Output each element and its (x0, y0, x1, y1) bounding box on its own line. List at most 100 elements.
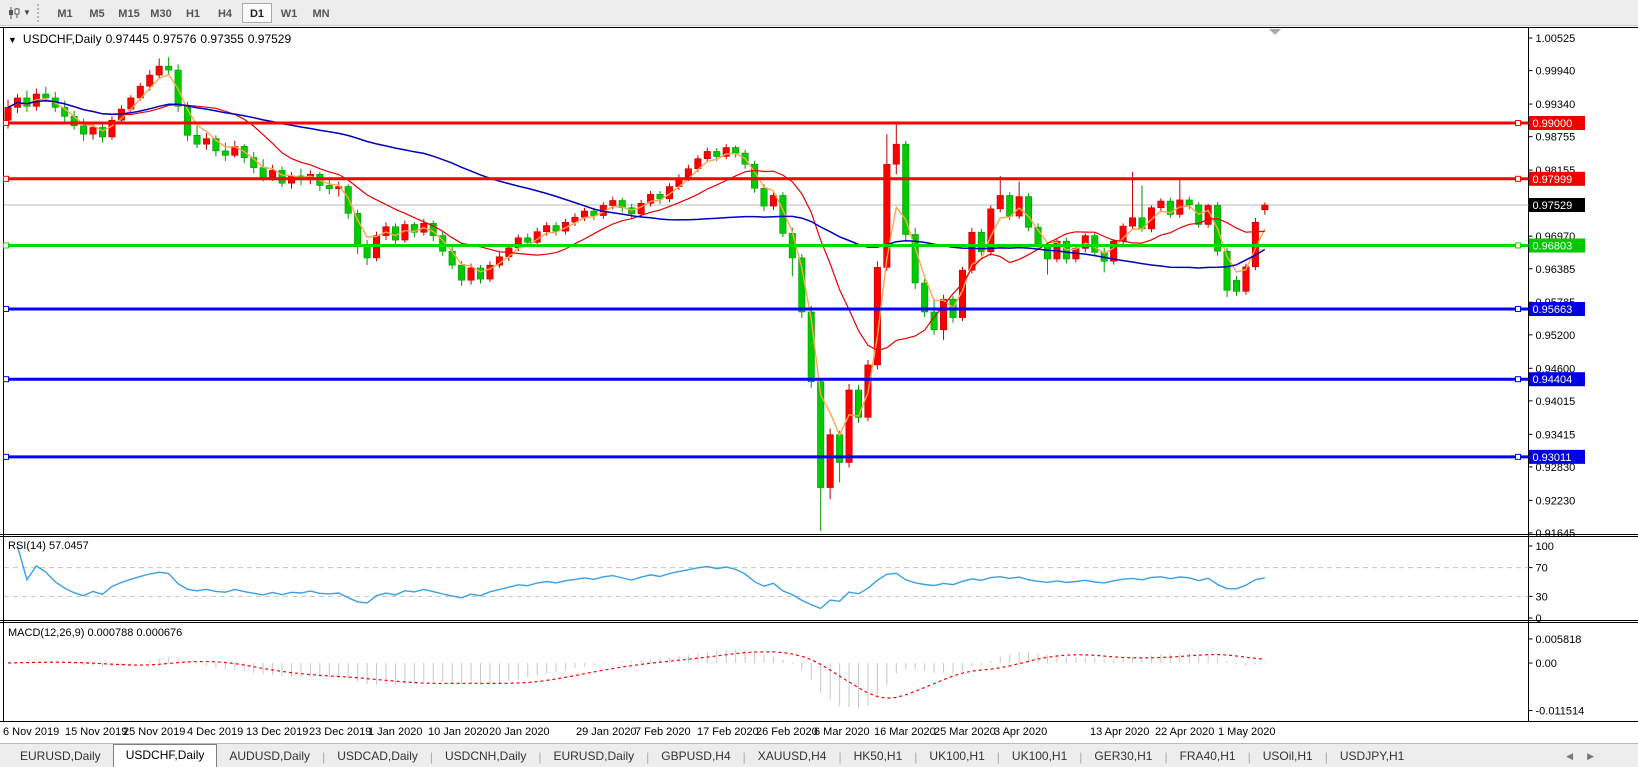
line-handle[interactable] (1516, 454, 1521, 459)
candle-body (260, 168, 266, 178)
price-badge-label: 0.93011 (1533, 452, 1572, 464)
macd-tick-label: 0.00 (1536, 658, 1557, 670)
chart-tab-ger30-h1[interactable]: GER30,H1 (1082, 746, 1164, 767)
price-tick-label: 0.93415 (1536, 429, 1576, 441)
chart-tab-usdchf-daily[interactable]: USDCHF,Daily (113, 744, 218, 767)
chart-tab-xauusd-h4[interactable]: XAUUSD,H4 (746, 746, 839, 767)
chart-tab-usdcnh-daily[interactable]: USDCNH,Daily (433, 746, 538, 767)
line-handle[interactable] (4, 377, 9, 382)
tab-scroll-arrows[interactable]: ◀▶ (1566, 751, 1608, 762)
chart-shift-triangle-icon[interactable] (1269, 29, 1281, 35)
price-tick-label: 0.92230 (1536, 495, 1576, 507)
timeframe-button-m5[interactable]: M5 (82, 3, 112, 23)
line-handle[interactable] (1516, 121, 1521, 126)
rsi-indicator-label: RSI(14) 57.0457 (8, 540, 89, 552)
timeframe-button-m15[interactable]: M15 (114, 3, 144, 23)
candle-body (1129, 218, 1135, 226)
candle-body (827, 435, 833, 488)
chart-tab-eurusd-daily[interactable]: EURUSD,Daily (541, 746, 646, 767)
time-axis[interactable]: 6 Nov 201915 Nov 201925 Nov 20194 Dec 20… (0, 722, 1638, 743)
candle-body (638, 203, 644, 214)
date-tick-label: 4 Dec 2019 (187, 726, 243, 738)
candle-body (732, 148, 738, 154)
timeframe-button-h1[interactable]: H1 (178, 3, 208, 23)
candle-body (468, 268, 474, 280)
candle-body (761, 188, 767, 206)
price-badge-label: 0.95663 (1533, 304, 1573, 316)
date-tick-label: 17 Feb 2020 (697, 726, 759, 738)
price-tick-label: 0.95200 (1536, 330, 1576, 342)
date-tick-label: 16 Mar 2020 (874, 726, 936, 738)
candle-body (279, 170, 285, 183)
candle-body (704, 151, 710, 158)
candlestick-series[interactable] (5, 57, 1268, 531)
line-handle[interactable] (4, 176, 9, 181)
price-tick-label: 1.00525 (1536, 33, 1576, 45)
line-handle[interactable] (1516, 176, 1521, 181)
chart-tab-eurusd-daily[interactable]: EURUSD,Daily (8, 746, 113, 767)
chart-menu-triangle-icon: ▼ (8, 35, 17, 45)
chart-window[interactable]: 1.005250.999400.993400.987550.981550.969… (0, 27, 1638, 722)
timeframe-button-m1[interactable]: M1 (50, 3, 80, 23)
date-tick-label: 13 Dec 2019 (246, 726, 308, 738)
line-handle[interactable] (4, 454, 9, 459)
candlestick-chart-icon[interactable]: ▼ (4, 3, 34, 23)
timeframe-button-mn[interactable]: MN (306, 3, 336, 23)
timeframe-button-w1[interactable]: W1 (274, 3, 304, 23)
chart-tab-gbpusd-h4[interactable]: GBPUSD,H4 (649, 746, 742, 767)
macd-indicator-label: MACD(12,26,9) 0.000788 0.000676 (8, 627, 182, 639)
line-handle[interactable] (1516, 307, 1521, 312)
candle-body (1186, 200, 1192, 205)
chart-tab-usoil-h1[interactable]: USOil,H1 (1251, 746, 1325, 767)
line-handle[interactable] (1516, 377, 1521, 382)
chart-tab-uk100-h1[interactable]: UK100,H1 (1000, 746, 1079, 767)
candle-body (846, 390, 852, 462)
date-tick-label: 10 Jan 2020 (428, 726, 489, 738)
candle-body (156, 66, 162, 75)
candle-body (818, 382, 824, 488)
candle-body (1262, 205, 1268, 210)
candle-body (1158, 201, 1164, 208)
timeframe-button-h4[interactable]: H4 (210, 3, 240, 23)
chart-tab-fra40-h1[interactable]: FRA40,H1 (1168, 746, 1248, 767)
candle-body (345, 187, 351, 214)
candle-body (1025, 197, 1031, 228)
timeframe-toolbar: ▼ M1M5M15M30H1H4D1W1MN (0, 0, 1638, 26)
line-handle[interactable] (1516, 243, 1521, 248)
timeframe-button-d1[interactable]: D1 (242, 3, 272, 23)
chart-tab-audusd-daily[interactable]: AUDUSD,Daily (217, 746, 322, 767)
chart-tab-usdjpy-h1[interactable]: USDJPY,H1 (1328, 746, 1416, 767)
line-handle[interactable] (4, 121, 9, 126)
candle-body (449, 251, 455, 265)
candle-body (458, 265, 464, 280)
mt4-terminal: ▼ M1M5M15M30H1H4D1W1MN 1.005250.999400.9… (0, 0, 1638, 767)
date-tick-label: 26 Feb 2020 (756, 726, 818, 738)
line-handle[interactable] (4, 307, 9, 312)
line-handle[interactable] (4, 243, 9, 248)
candle-body (1092, 236, 1098, 253)
macd-tick-label: -0.011514 (1536, 706, 1585, 718)
candle-body (855, 390, 861, 417)
candle-body (5, 107, 11, 120)
candle-body (90, 127, 96, 134)
chart-tab-usdcad-daily[interactable]: USDCAD,Daily (325, 746, 430, 767)
chart-tab-hk50-h1[interactable]: HK50,H1 (842, 746, 915, 767)
rsi-tick-label: 100 (1536, 541, 1554, 553)
candle-body (383, 227, 389, 236)
date-tick-label: 20 Jan 2020 (489, 726, 550, 738)
chart-tab-uk100-h1[interactable]: UK100,H1 (917, 746, 996, 767)
chart-canvas[interactable]: 1.005250.999400.993400.987550.981550.969… (0, 27, 1638, 722)
candle-body (997, 195, 1003, 208)
candle-body (893, 144, 899, 164)
candle-body (222, 151, 228, 155)
timeframe-button-m30[interactable]: M30 (146, 3, 176, 23)
candle-body (1233, 280, 1239, 291)
timeframe-buttons: M1M5M15M30H1H4D1W1MN (49, 3, 337, 23)
candle-body (1016, 197, 1022, 217)
candle-body (392, 227, 398, 240)
date-tick-label: 25 Mar 2020 (934, 726, 996, 738)
candlestick-glyph (7, 6, 21, 20)
price-tick-label: 0.98755 (1536, 132, 1576, 144)
toolbar-grip[interactable] (37, 4, 44, 22)
chart-title: ▼USDCHF,Daily0.974450.975760.973550.9752… (8, 32, 295, 46)
